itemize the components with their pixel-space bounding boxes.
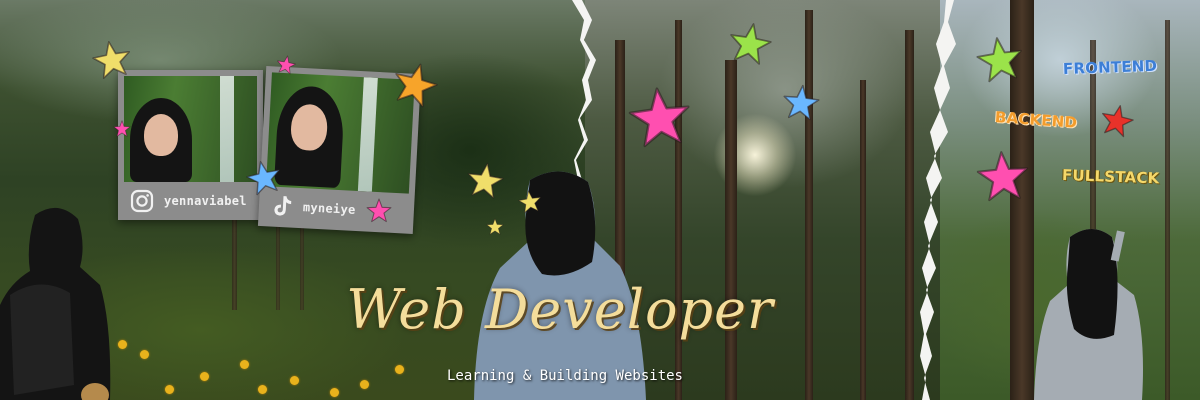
red-star-icon (1102, 105, 1134, 138)
yellow-star-icon (486, 218, 504, 235)
fullstack-tag: FULLSTACK (1061, 166, 1160, 188)
tree-trunk (1165, 20, 1170, 400)
yellow-star-icon (518, 190, 541, 214)
instagram-handle[interactable]: yennaviabel (164, 194, 247, 208)
pink-star-icon (277, 55, 296, 75)
waterfall (220, 76, 234, 182)
flower (330, 388, 339, 397)
flower (140, 350, 149, 359)
green-star-icon (730, 23, 772, 65)
torn-paper-edge (920, 0, 956, 400)
face (144, 114, 178, 156)
flower (360, 380, 369, 389)
flower (165, 385, 174, 394)
pink-star-icon (113, 120, 131, 137)
blue-star-icon (246, 161, 280, 196)
person-right-figure (1034, 229, 1143, 400)
pink-star-icon (366, 198, 392, 223)
flower (395, 365, 404, 374)
yellow-star-icon (467, 162, 504, 199)
flower (240, 360, 249, 369)
pink-star-icon (628, 87, 690, 148)
profile-photo (124, 76, 257, 182)
flower (290, 376, 299, 385)
frontend-tag: FRONTEND (1062, 56, 1158, 78)
instagram-polaroid-card[interactable]: yennaviabel (118, 70, 263, 220)
green-star-icon (976, 37, 1022, 83)
blue-star-icon (783, 84, 820, 121)
tree-trunk (805, 10, 813, 400)
tree-trunk (675, 20, 682, 400)
tree-trunk (905, 30, 914, 400)
instagram-caption: yennaviabel (124, 182, 257, 220)
tree-trunk (725, 60, 737, 400)
tiktok-handle[interactable]: myneiye (303, 200, 356, 217)
flower (200, 372, 209, 381)
banner-subtitle: Learning & Building Websites (446, 368, 683, 384)
yellow-star-icon (92, 41, 130, 79)
waterfall (357, 77, 378, 192)
banner-title: Web Developer (346, 278, 774, 341)
tiktok-icon (274, 196, 292, 216)
flower (258, 385, 267, 394)
instagram-icon (130, 189, 154, 213)
pink-star-icon (976, 151, 1029, 202)
flower (118, 340, 127, 349)
profile-banner: yennaviabel myneiye FRONTEND BACKEND FUL… (0, 0, 1200, 400)
person-left-figure (0, 207, 111, 400)
tree-trunk (860, 80, 866, 400)
